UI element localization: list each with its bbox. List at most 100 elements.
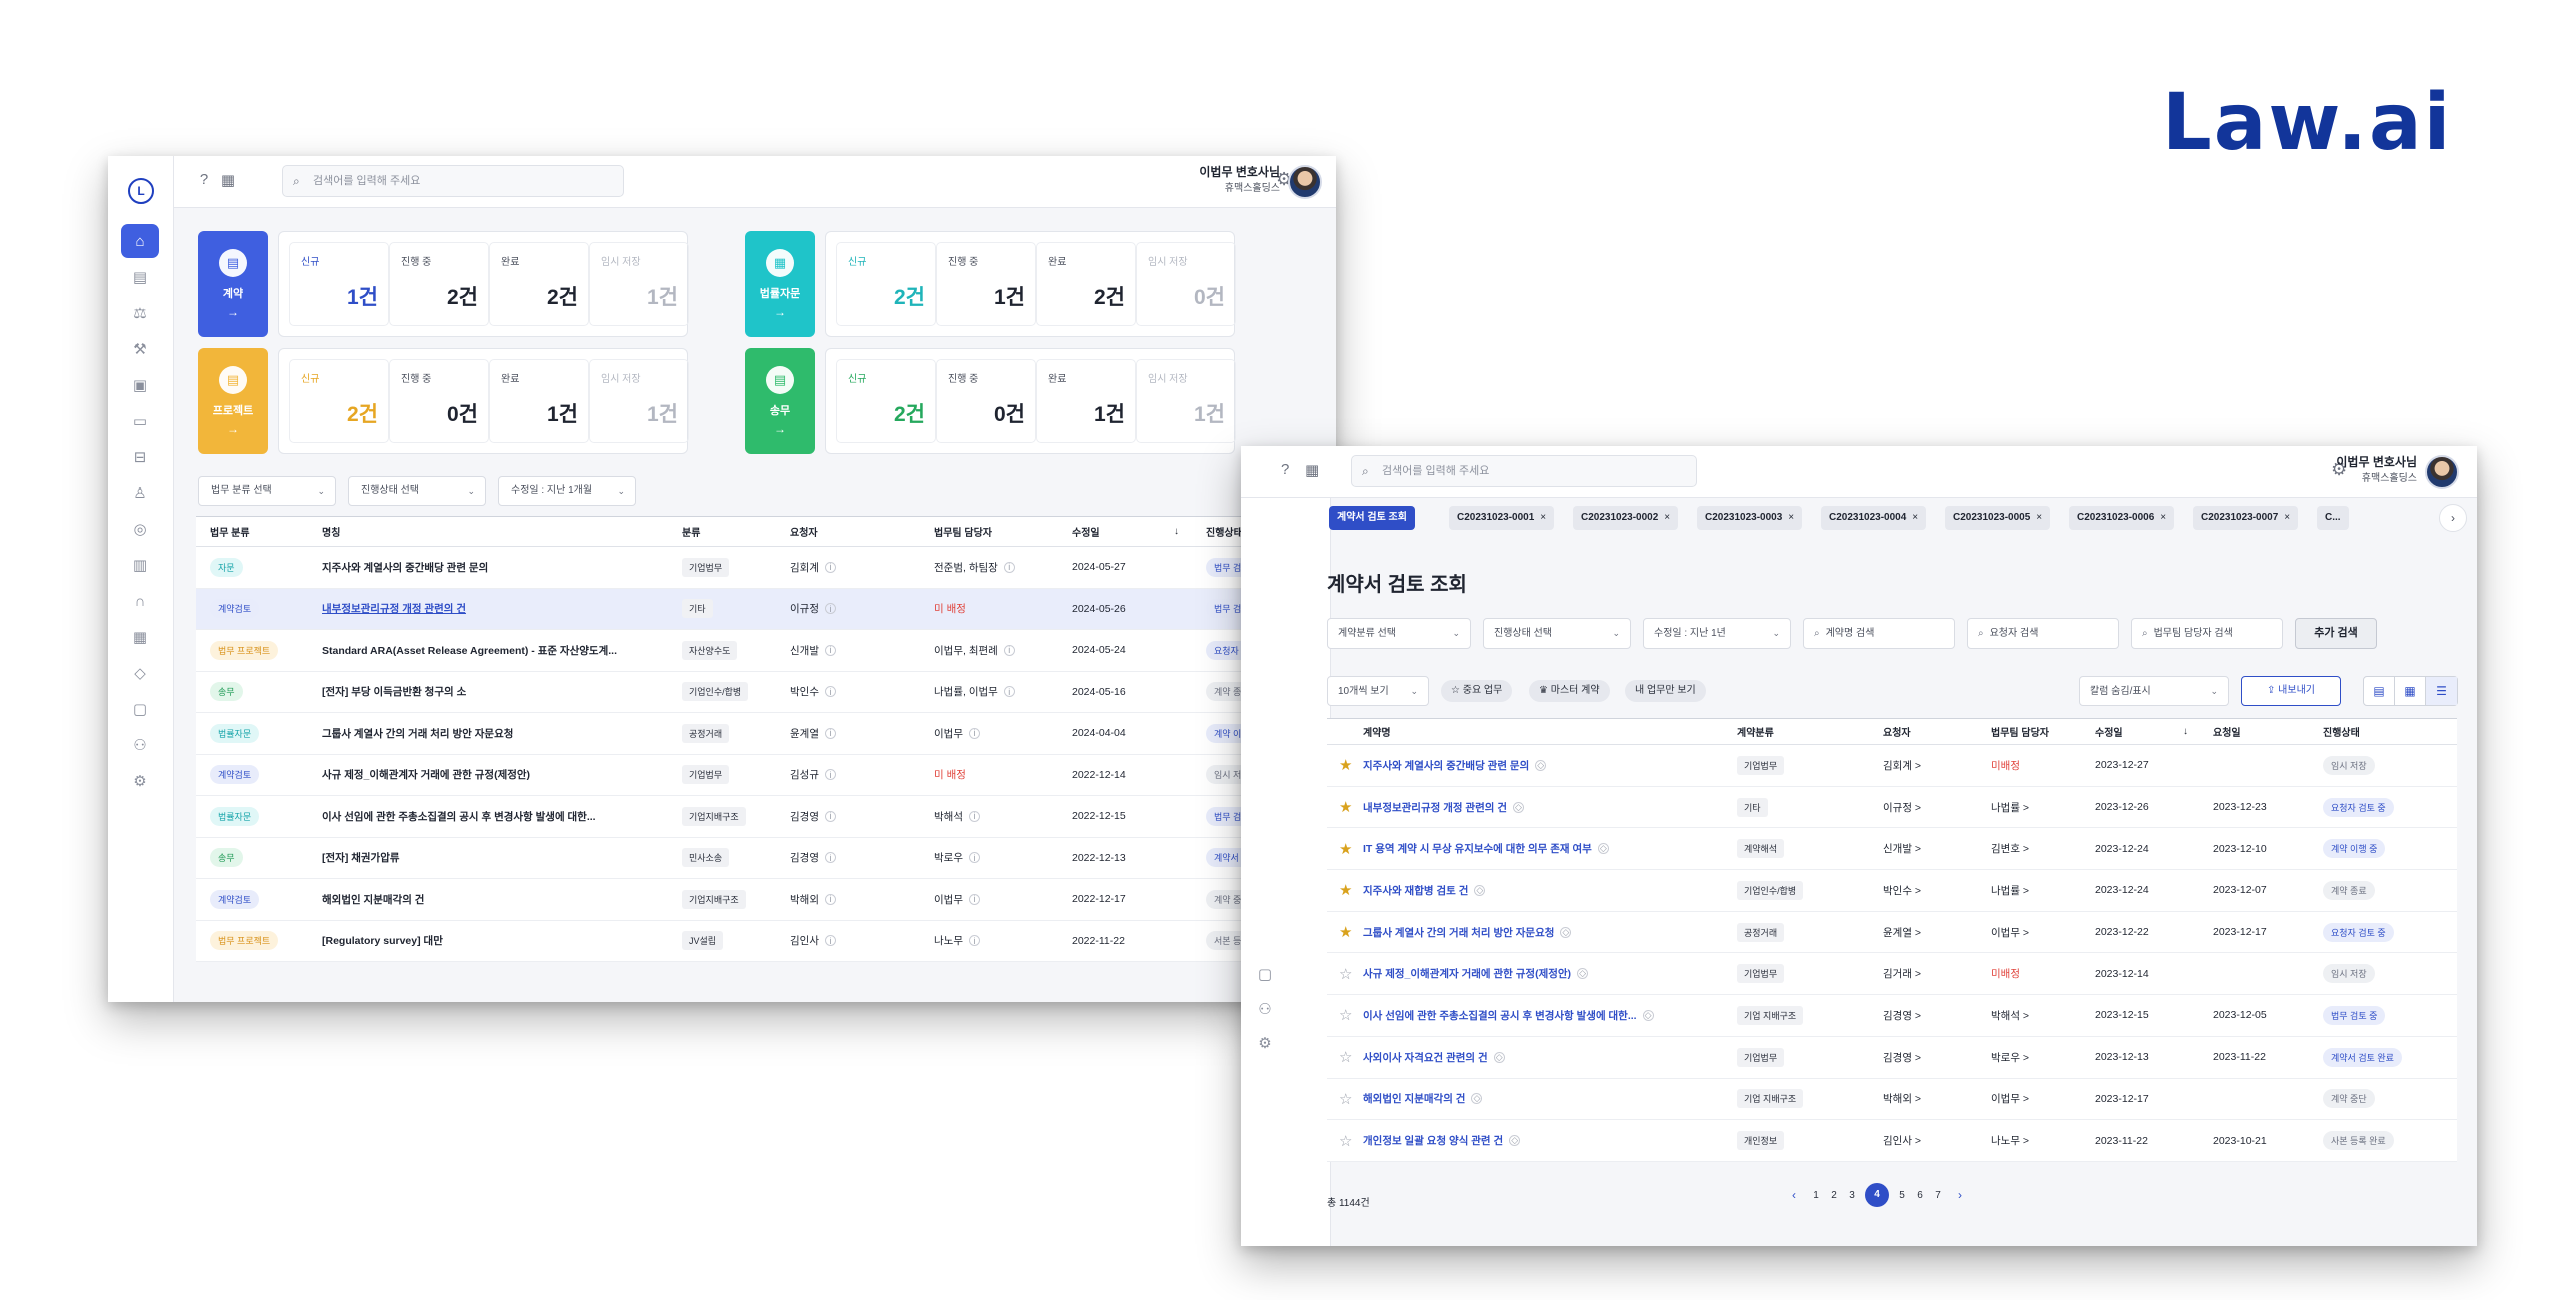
page-button[interactable]: 7: [1929, 1190, 1947, 1201]
headset-icon[interactable]: ∩: [121, 584, 159, 618]
contract-title[interactable]: 내부정보관리규정 개정 관련의 건: [1363, 800, 1507, 815]
table-row[interactable]: ★ 지주사와 재합병 검토 건 ◇ 기업인수/합병 박인수 > 나법률 > 2023-12-…: [1327, 870, 2457, 912]
requester[interactable]: 김인사 >: [1883, 1133, 1921, 1148]
row-title[interactable]: Standard ARA(Asset Release Agreement) - …: [322, 643, 617, 658]
legal-owner[interactable]: 박로우 >: [1991, 1050, 2029, 1065]
status-select[interactable]: 진행상태 선택 ⌄: [348, 476, 486, 506]
legal-owner[interactable]: 미배정: [1991, 966, 2020, 981]
star-icon[interactable]: ★: [1339, 798, 1352, 816]
page-button[interactable]: 5: [1893, 1190, 1911, 1201]
contract-title[interactable]: 이사 선임에 관한 주총소집결의 공시 후 변경사항 발생에 대한...: [1363, 1008, 1637, 1023]
stat-in-progress[interactable]: 진행 중 1건: [936, 242, 1036, 326]
scale-icon[interactable]: ⚖: [121, 296, 159, 330]
table-row[interactable]: ☆ 이사 선임에 관한 주총소집결의 공시 후 변경사항 발생에 대한... ◇ 기업…: [1327, 995, 2457, 1037]
tab-document[interactable]: C20231023-0004 ×: [1821, 506, 1927, 530]
contract-title[interactable]: 사외이사 자격요건 관련의 건: [1363, 1050, 1488, 1065]
home-icon[interactable]: ⌂: [121, 224, 159, 258]
category-card-litigation[interactable]: ▤ 송무 →: [745, 348, 815, 454]
clipboard-icon[interactable]: ▣: [121, 368, 159, 402]
table-row[interactable]: 자문 지주사와 계열사의 중간배당 관련 문의 기업법무 김회계 i 전준범, 하팀장 i 2…: [196, 547, 1322, 589]
page-size-select[interactable]: 10개씩 보기 ⌄: [1327, 676, 1429, 706]
column-toggle-select[interactable]: 칼럼 숨김/표시 ⌄: [2079, 676, 2229, 706]
legal-owner[interactable]: 김변호 >: [1991, 841, 2029, 856]
requester[interactable]: 박해외 >: [1883, 1091, 1921, 1106]
row-title[interactable]: 사규 제정_이해관계자 거래에 관한 규정(제정안): [322, 767, 530, 782]
stat-draft[interactable]: 임시 저장 1건: [1136, 359, 1236, 443]
gavel-icon[interactable]: ⚒: [121, 332, 159, 366]
table-row[interactable]: 계약검토 해외법인 지분매각의 건 기업지배구조 박해외 i 이법무 i 2022-12-17…: [196, 879, 1322, 921]
stat-done[interactable]: 완료 2건: [1036, 242, 1136, 326]
contract-title[interactable]: 사규 제정_이해관계자 거래에 관한 규정(제정안): [1363, 966, 1571, 981]
table-row[interactable]: ☆ 사규 제정_이해관계자 거래에 관한 규정(제정안) ◇ 기업법무 김거래 > 미배정…: [1327, 953, 2457, 996]
prev-page-button[interactable]: ‹: [1781, 1188, 1807, 1202]
requester[interactable]: 김회계 >: [1883, 758, 1921, 773]
users-icon[interactable]: ⚇: [1246, 992, 1284, 1026]
table-row[interactable]: 법무 프로젝트 Standard ARA(Asset Release Agreem…: [196, 630, 1322, 672]
table-row[interactable]: ☆ 해외법인 지분매각의 건 ◇ 기업 지배구조 박해외 > 이법무 > 2023-12-1…: [1327, 1079, 2457, 1121]
star-icon[interactable]: ☆: [1339, 965, 1352, 983]
advanced-search-button[interactable]: 추가 검색: [2295, 618, 2377, 649]
close-icon[interactable]: ×: [2160, 512, 2166, 523]
stat-draft[interactable]: 임시 저장 1건: [589, 359, 689, 443]
legal-owner[interactable]: 나법률 >: [1991, 883, 2029, 898]
row-title[interactable]: 해외법인 지분매각의 건: [322, 892, 424, 907]
stat-done[interactable]: 완료 2건: [489, 242, 589, 326]
table-row[interactable]: 법률자문 그룹사 계열사 간의 거래 처리 방안 자문요청 공정거래 윤계열 i 이법무 i…: [196, 713, 1322, 755]
avatar[interactable]: [2425, 455, 2459, 489]
help-icon[interactable]: ?: [194, 171, 214, 191]
legal-owner-search[interactable]: ⌕ 법무팀 담당자 검색: [2131, 618, 2283, 649]
category-card-contract[interactable]: ▤ 계약 →: [198, 231, 268, 337]
legal-owner[interactable]: 이법무 >: [1991, 1091, 2029, 1106]
table-row[interactable]: ★ 내부정보관리규정 개정 관련의 건 ◇ 기타 이규정 > 나법률 > 2023-12-2…: [1327, 787, 2457, 829]
table-row[interactable]: 계약검토 사규 제정_이해관계자 거래에 관한 규정(제정안) 기업법무 김성규 i 미 …: [196, 755, 1322, 796]
star-icon[interactable]: ☆: [1339, 1132, 1352, 1150]
row-title[interactable]: 지주사와 계열사의 중간배당 관련 문의: [322, 560, 488, 575]
calendar-icon[interactable]: ▢: [1246, 957, 1284, 991]
calendar-icon[interactable]: ▦: [1305, 461, 1319, 479]
requester[interactable]: 신개발 >: [1883, 841, 1921, 856]
table-row[interactable]: 계약검토 내부정보관리규정 개정 관련의 건 기타 이규정 i 미 배정 2024-05-2…: [196, 588, 1322, 630]
stat-draft[interactable]: 임시 저장 0건: [1136, 242, 1236, 326]
important-filter[interactable]: ☆ 중요 업무: [1441, 680, 1513, 702]
help-icon[interactable]: ?: [1281, 461, 1289, 478]
close-icon[interactable]: ×: [2284, 512, 2290, 523]
close-icon[interactable]: ×: [1664, 512, 1670, 523]
stat-new[interactable]: 신규 2건: [289, 359, 389, 443]
settings-icon[interactable]: ⚙: [1246, 1026, 1284, 1060]
list-view-icon[interactable]: ☰: [2426, 677, 2457, 705]
row-title[interactable]: 그룹사 계열사 간의 거래 처리 방안 자문요청: [322, 726, 513, 741]
star-icon[interactable]: ★: [1339, 756, 1352, 774]
star-icon[interactable]: ★: [1339, 881, 1352, 899]
stat-done[interactable]: 완료 1건: [1036, 359, 1136, 443]
table-row[interactable]: 송무 [전자] 부당 이득금반환 청구의 소 기업인수/합병 박인수 i 나법률, 이법무…: [196, 672, 1322, 713]
tab-document[interactable]: C20231023-0002 ×: [1573, 506, 1679, 530]
calendar-icon[interactable]: ▢: [121, 692, 159, 726]
my-tasks-filter[interactable]: 내 업무만 보기: [1625, 680, 1706, 702]
modified-date-select[interactable]: 수정일 : 지난 1개월 ⌄: [498, 476, 636, 506]
requester-search[interactable]: ⌕ 요청자 검색: [1967, 618, 2119, 649]
table-row[interactable]: 송무[전자] 채권가압류민사소송김경영i박로우i2022-12-13계약서 검토…: [196, 838, 1322, 879]
contract-title[interactable]: 그룹사 계열사 간의 거래 처리 방안 자문요청: [1363, 925, 1554, 940]
legal-owner[interactable]: 나법률 >: [1991, 800, 2029, 815]
tab-document[interactable]: C...: [2317, 506, 2349, 530]
tabs-next-button[interactable]: ›: [2439, 504, 2467, 532]
document-icon[interactable]: ▤: [121, 260, 159, 294]
tab-contract-review[interactable]: 계약서 검토 조회: [1329, 506, 1415, 530]
stat-in-progress[interactable]: 진행 중 0건: [389, 359, 489, 443]
export-button[interactable]: ⇪ 내보내기: [2241, 676, 2341, 706]
row-title[interactable]: 내부정보관리규정 개정 관련의 건: [322, 601, 466, 616]
page-button[interactable]: 4: [1865, 1183, 1889, 1207]
tab-document[interactable]: C20231023-0005 ×: [1945, 506, 2051, 530]
legal-owner[interactable]: 미배정: [1991, 758, 2020, 773]
archive-icon[interactable]: ▭: [121, 404, 159, 438]
search-input[interactable]: ⌕ 검색어를 입력해 주세요: [1351, 455, 1697, 487]
requester[interactable]: 김경영 >: [1883, 1008, 1921, 1023]
requester[interactable]: 김거래 >: [1883, 966, 1921, 981]
bulb-icon[interactable]: ◎: [121, 512, 159, 546]
search-input[interactable]: ⌕ 검색어를 입력해 주세요: [282, 165, 624, 197]
status-select[interactable]: 진행상태 선택 ⌄: [1483, 618, 1631, 649]
stat-done[interactable]: 완료 1건: [489, 359, 589, 443]
settings-icon[interactable]: ⚙: [121, 764, 159, 798]
contract-title[interactable]: 지주사와 계열사의 중간배당 관련 문의: [1363, 758, 1529, 773]
avatar[interactable]: [1288, 165, 1322, 199]
